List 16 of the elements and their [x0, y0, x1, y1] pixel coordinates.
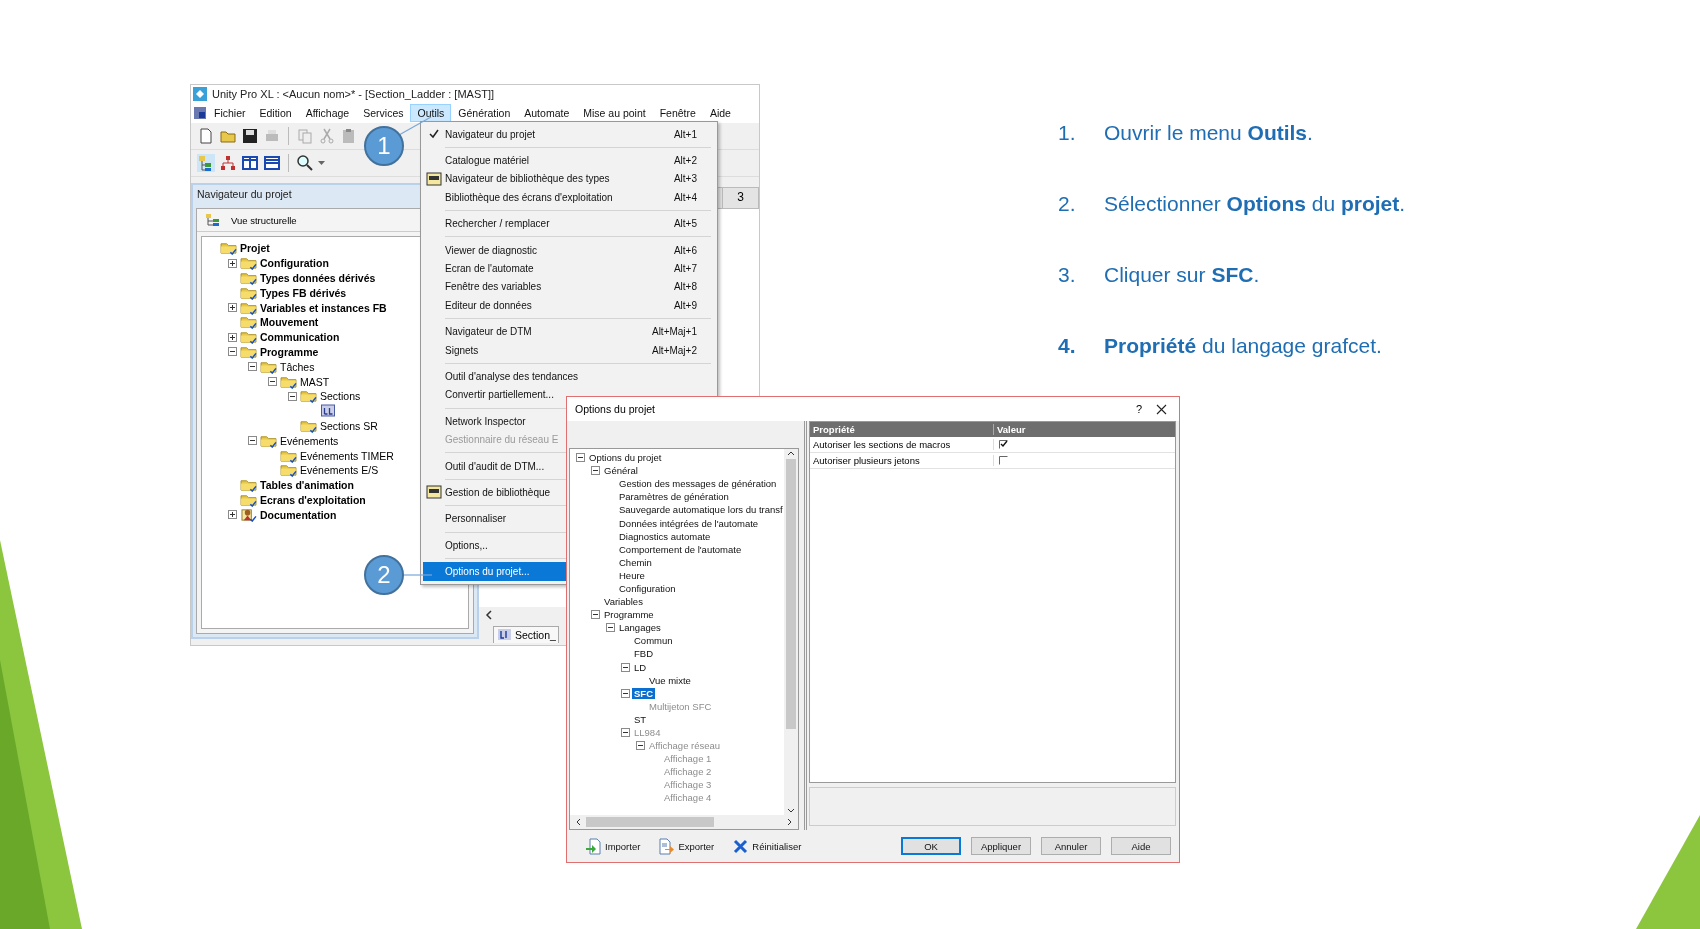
- panel-title: Navigateur du projet: [197, 188, 292, 200]
- step-text: Cliquer sur SFC.: [1104, 262, 1260, 288]
- property-name: Autoriser plusieurs jetons: [810, 455, 994, 466]
- step-number: 3.: [1058, 262, 1077, 288]
- property-name: Autoriser les sections de macros: [810, 439, 994, 450]
- dialog-title: Options du projet: [575, 403, 656, 415]
- step-number: 4.: [1058, 333, 1077, 359]
- step-text: Ouvrir le menu Outils.: [1104, 120, 1313, 146]
- window-title: Unity Pro XL : <Aucun nom>* - [Section_Ladder : [MAST]]: [212, 88, 495, 100]
- column-header: Valeur: [996, 424, 1026, 435]
- step-number: 2.: [1058, 191, 1077, 217]
- step-text: Sélectionner Options du projet.: [1104, 191, 1406, 217]
- column-header: Propriété: [810, 424, 994, 435]
- step-number: 1.: [1058, 120, 1077, 146]
- step-text: Propriété du langage grafcet.: [1104, 333, 1382, 359]
- header-cell: 3: [722, 188, 758, 208]
